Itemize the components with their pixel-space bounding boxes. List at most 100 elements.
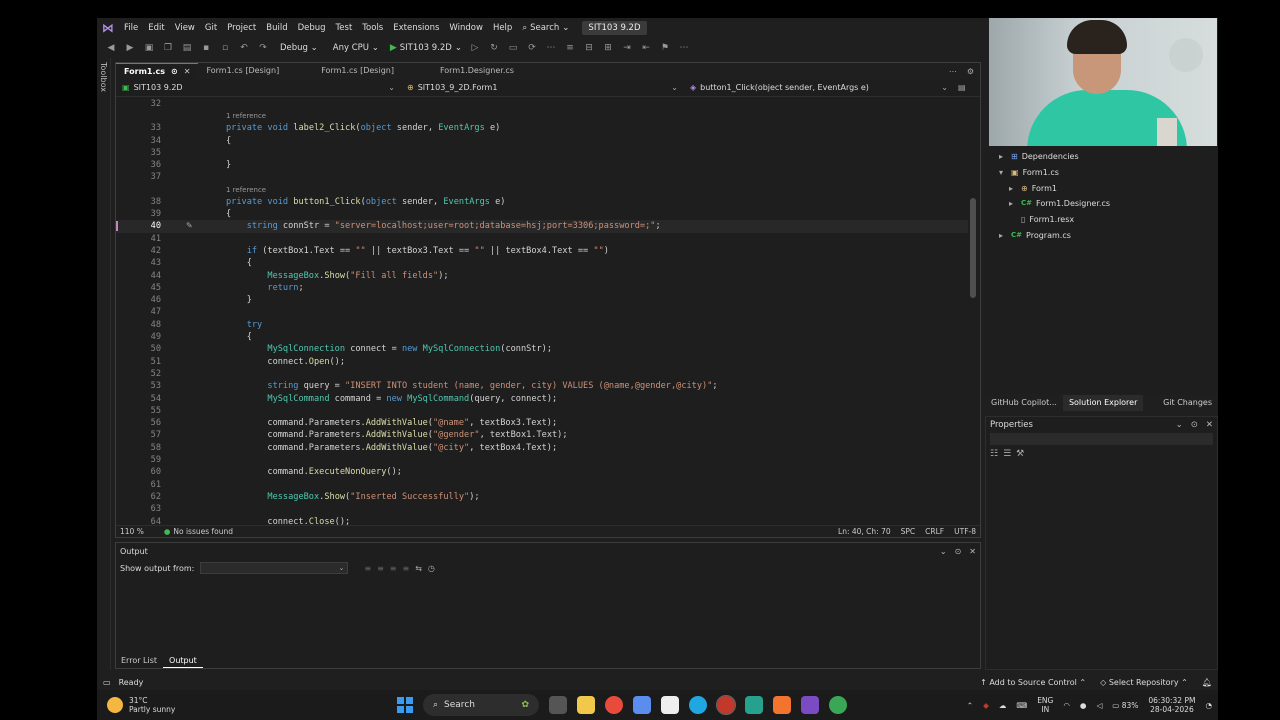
code-text[interactable]: connect.Open(); [226, 356, 345, 368]
new-item-icon[interactable]: ▣ [143, 42, 155, 54]
code-text[interactable]: try [226, 319, 263, 331]
timestamp-icon[interactable]: ◷ [428, 564, 435, 573]
expand-arrow-icon[interactable]: ▸ [999, 228, 1007, 243]
code-text[interactable]: command.Parameters.AddWithValue("@name",… [226, 417, 557, 429]
properties-object-select[interactable] [990, 433, 1213, 445]
categorized-icon[interactable]: ☷ [990, 449, 998, 459]
tab-solution-explorer[interactable]: Solution Explorer [1062, 395, 1144, 411]
class-dropdown[interactable]: ⊕ SIT103_9_2D.Form1 ⌄ [401, 83, 684, 92]
output-status-icon[interactable]: ▭ [103, 678, 111, 687]
more-icon[interactable]: ⋯ [545, 42, 557, 54]
word-wrap-icon[interactable]: ⇆ [415, 564, 422, 573]
start-debugging-button[interactable]: ▶ SIT103 9.2D ⌄ [390, 43, 462, 53]
configuration-dropdown[interactable]: Debug ⌄ [276, 43, 322, 53]
tab-output[interactable]: Output [163, 654, 203, 668]
hot-reload-icon[interactable]: ⟳ [526, 42, 538, 54]
copy-icon[interactable]: ❐ [162, 42, 174, 54]
start-without-debugging-icon[interactable]: ▷ [469, 42, 481, 54]
tab-github-copilot[interactable]: GitHub Copilot... [985, 395, 1063, 411]
back-icon[interactable]: ◀ [105, 42, 117, 54]
edge-icon[interactable] [689, 696, 707, 714]
uncomment-icon[interactable]: ⊞ [602, 42, 614, 54]
menu-project[interactable]: Project [222, 18, 261, 38]
encoding[interactable]: UTF-8 [954, 527, 976, 536]
code-text[interactable]: { [226, 331, 252, 343]
save-icon[interactable]: ▪ [200, 42, 212, 54]
recorder-icon[interactable] [716, 695, 736, 715]
wrench-icon[interactable]: ⚒ [1016, 449, 1024, 459]
code-text[interactable]: MySqlCommand command = new MySqlCommand(… [226, 393, 557, 405]
tab-form1-design-2[interactable]: Form1.cs [Design] [313, 63, 402, 79]
clear-all-icon[interactable]: ≡ [402, 564, 409, 573]
platform-dropdown[interactable]: Any CPU ⌄ [329, 43, 383, 53]
code-text[interactable]: MessageBox.Show("Inserted Successfully")… [226, 491, 479, 503]
solution-tree-item[interactable]: ▸ C# Program.cs [999, 228, 1071, 243]
menu-tools[interactable]: Tools [357, 18, 388, 38]
overflow-icon[interactable]: ⋯ [678, 42, 690, 54]
code-text[interactable]: return; [226, 282, 303, 294]
weather-widget[interactable]: 31°C Partly sunny [97, 696, 397, 714]
tab-form1-design[interactable]: Form1.cs [Design] [198, 63, 287, 79]
solution-tree-item[interactable]: ▸ C# Form1.Designer.cs [1009, 196, 1110, 211]
menu-file[interactable]: File [119, 18, 143, 38]
open-folder-icon[interactable]: ▤ [181, 42, 193, 54]
reference-count-label[interactable]: 1 reference [226, 184, 266, 196]
settings-icon[interactable]: ⚙ [967, 67, 974, 76]
pin-icon[interactable]: ⊙ [955, 547, 962, 556]
tab-form1-designer-cs[interactable]: Form1.Designer.cs [432, 63, 522, 79]
tray-cloud-icon[interactable]: ☁ [999, 701, 1007, 710]
issues-label[interactable]: No issues found [173, 527, 233, 536]
store-icon[interactable] [661, 696, 679, 714]
taskbar-search[interactable]: ⌕ Search ✿ [423, 694, 539, 716]
member-dropdown[interactable]: ◈ button1_Click(object sender, EventArgs… [684, 83, 954, 92]
pin-icon[interactable]: ⊙ [171, 64, 178, 80]
code-text[interactable]: { [226, 135, 231, 147]
menu-extensions[interactable]: Extensions [388, 18, 444, 38]
menu-edit[interactable]: Edit [143, 18, 169, 38]
expand-arrow-icon[interactable]: ▸ [999, 149, 1007, 164]
select-repository[interactable]: ◇ Select Repository ⌃ [1100, 678, 1188, 687]
pin-icon[interactable]: ⊙ [1191, 420, 1198, 430]
language-indicator[interactable]: ENG IN [1037, 696, 1053, 714]
solution-tree-item[interactable]: ▸ ⊞ Dependencies [999, 149, 1079, 164]
redo-icon[interactable]: ↷ [257, 42, 269, 54]
menu-build[interactable]: Build [261, 18, 292, 38]
code-area[interactable]: 32 1 reference 33 private void label2_Click… [116, 98, 968, 528]
tray-keyboard-icon[interactable]: ⌨ [1016, 701, 1027, 710]
solution-tree-item[interactable]: ▸ ⊕ Form1 [1009, 181, 1057, 196]
notifications-icon[interactable]: 🔔︎ [1202, 678, 1212, 687]
output-source-select[interactable]: ⌄ [200, 562, 349, 574]
tab-error-list[interactable]: Error List [115, 654, 163, 668]
code-text[interactable]: private void label2_Click(object sender,… [226, 122, 500, 134]
code-text[interactable]: { [226, 257, 252, 269]
find-message-icon[interactable]: ≡ [364, 564, 371, 573]
refresh-icon[interactable]: ↻ [488, 42, 500, 54]
code-text[interactable]: if (textBox1.Text == "" || textBox3.Text… [226, 245, 609, 257]
code-text[interactable]: string connStr = "server=localhost;user=… [226, 220, 661, 232]
code-text[interactable]: } [226, 294, 252, 306]
outdent-icon[interactable]: ⇤ [640, 42, 652, 54]
tray-app-icon[interactable]: ◆ [983, 701, 989, 710]
toolbox-strip[interactable]: Toolbox [97, 58, 111, 670]
split-icon[interactable]: ▤ [958, 83, 966, 92]
clock[interactable]: 06:30:32 PM 28-04-2026 [1148, 696, 1195, 714]
line-endings[interactable]: CRLF [925, 527, 944, 536]
go-to-next-icon[interactable]: ≡ [390, 564, 397, 573]
copilot-icon[interactable] [633, 696, 651, 714]
code-text[interactable]: MySqlConnection connect = new MySqlConne… [226, 343, 552, 355]
visual-studio-icon[interactable] [801, 696, 819, 714]
code-text[interactable]: MessageBox.Show("Fill all fields"); [226, 270, 448, 282]
forward-icon[interactable]: ▶ [124, 42, 136, 54]
alphabetical-icon[interactable]: ☰ [1003, 449, 1011, 459]
chevron-down-icon[interactable]: ⌄ [1176, 420, 1183, 430]
go-to-previous-icon[interactable]: ≡ [377, 564, 384, 573]
close-icon[interactable]: ✕ [1206, 420, 1213, 430]
code-text[interactable]: } [226, 159, 231, 171]
file-explorer-icon[interactable] [577, 696, 595, 714]
project-dropdown[interactable]: ▣ SIT103 9.2D ⌄ [116, 83, 401, 92]
notification-bell-icon[interactable]: ◔ [1205, 701, 1212, 710]
task-view-icon[interactable] [549, 696, 567, 714]
code-text[interactable]: command.Parameters.AddWithValue("@gender… [226, 429, 567, 441]
menu-window[interactable]: Window [444, 18, 488, 38]
whitespace-mode[interactable]: SPC [901, 527, 916, 536]
